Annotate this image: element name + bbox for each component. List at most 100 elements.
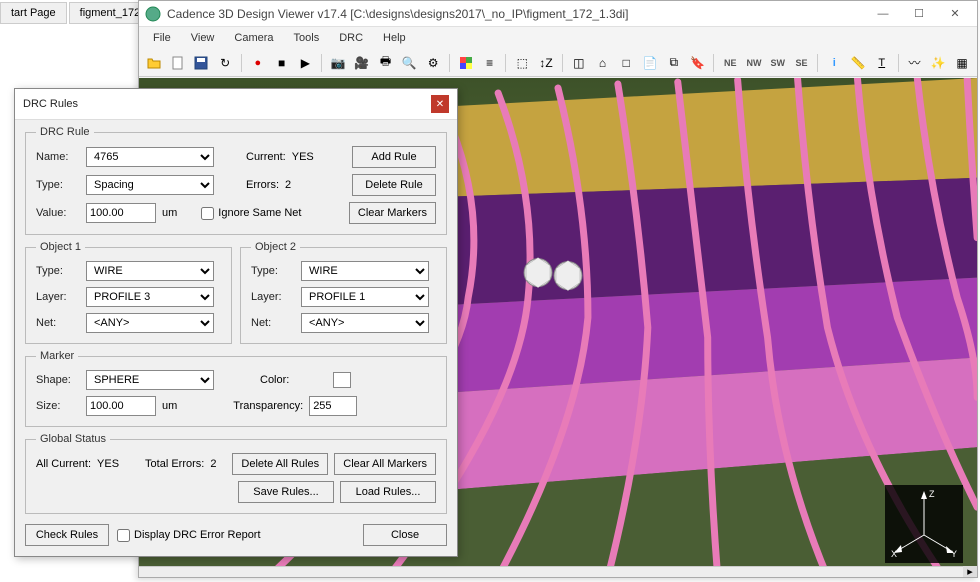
layers-icon[interactable]: ≡ [479, 52, 501, 74]
menu-file[interactable]: File [145, 29, 179, 47]
dir-se-button[interactable]: SE [791, 52, 813, 74]
highlight-icon[interactable]: ✨ [927, 52, 949, 74]
drc-rule-group: DRC Rule Name: 4765 Current: YES Add Rul… [25, 126, 447, 235]
svg-text:Y: Y [951, 549, 957, 559]
errors-value: 2 [285, 179, 291, 191]
color-swatch[interactable] [333, 372, 351, 388]
current-label: Current: [246, 151, 286, 163]
view-clone-icon[interactable]: ⧉ [663, 52, 685, 74]
menubar: File View Camera Tools DRC Help [139, 27, 977, 49]
value-input[interactable] [86, 203, 156, 223]
name-label: Name: [36, 151, 80, 163]
view-box-icon[interactable]: □ [615, 52, 637, 74]
dialog-title: DRC Rules [23, 98, 78, 110]
axis-z-icon[interactable]: ↕Z [535, 52, 557, 74]
shape-select[interactable]: SPHERE [86, 370, 214, 390]
transparency-input[interactable] [309, 396, 357, 416]
refresh-icon[interactable]: ↻ [214, 52, 236, 74]
view-bookmark-icon[interactable]: 🔖 [687, 52, 709, 74]
view-home-icon[interactable]: ⌂ [592, 52, 614, 74]
type-select[interactable]: Spacing [86, 175, 214, 195]
dir-ne-button[interactable]: NE [719, 52, 741, 74]
clear-markers-button[interactable]: Clear Markers [349, 202, 436, 224]
color-icon[interactable] [455, 52, 477, 74]
close-dialog-button[interactable]: Close [363, 524, 447, 546]
save-rules-button[interactable]: Save Rules... [238, 481, 334, 503]
preview-icon[interactable]: 🔍 [398, 52, 420, 74]
size-input[interactable] [86, 396, 156, 416]
obj2-type-select[interactable]: WIRE [301, 261, 429, 281]
dir-nw-button[interactable]: NW [743, 52, 765, 74]
menu-help[interactable]: Help [375, 29, 414, 47]
axis-compass[interactable]: Z X Y [885, 485, 963, 563]
view-iso-icon[interactable]: ◫ [568, 52, 590, 74]
transparency-label: Transparency: [233, 400, 303, 412]
view-doc-icon[interactable]: 📄 [639, 52, 661, 74]
display-report-checkbox[interactable]: Display DRC Error Report [117, 529, 261, 542]
global-status-legend: Global Status [36, 433, 110, 445]
menu-drc[interactable]: DRC [331, 29, 371, 47]
name-select[interactable]: 4765 [86, 147, 214, 167]
svg-text:X: X [891, 549, 897, 559]
add-rule-button[interactable]: Add Rule [352, 146, 436, 168]
maximize-button[interactable]: ☐ [903, 4, 935, 24]
wave-icon[interactable]: 〰 [904, 52, 926, 74]
obj1-layer-select[interactable]: PROFILE 3 [86, 287, 214, 307]
camera-icon[interactable]: 📷 [327, 52, 349, 74]
settings-icon[interactable]: ⚙ [422, 52, 444, 74]
dir-sw-button[interactable]: SW [767, 52, 789, 74]
check-rules-button[interactable]: Check Rules [25, 524, 109, 546]
minimize-button[interactable]: — [867, 4, 899, 24]
app-icon [145, 6, 161, 22]
new-icon[interactable] [167, 52, 189, 74]
info-icon[interactable]: i [823, 52, 845, 74]
all-current-label: All Current: [36, 458, 91, 470]
obj2-layer-select[interactable]: PROFILE 1 [301, 287, 429, 307]
text-icon[interactable]: T [871, 52, 893, 74]
save-icon[interactable] [191, 52, 213, 74]
color-label: Color: [260, 374, 289, 386]
dialog-close-button[interactable]: ✕ [431, 95, 449, 113]
tab-start-page[interactable]: tart Page [0, 2, 67, 24]
background-tabs: tart Page figment_172 [0, 2, 151, 24]
record-icon[interactable]: ● [247, 52, 269, 74]
stop-icon[interactable]: ■ [271, 52, 293, 74]
clear-all-markers-button[interactable]: Clear All Markers [334, 453, 436, 475]
grid-icon[interactable]: ▦ [951, 52, 973, 74]
size-label: Size: [36, 400, 80, 412]
measure-icon[interactable]: 📏 [847, 52, 869, 74]
ignore-same-net-checkbox[interactable]: Ignore Same Net [201, 207, 301, 220]
obj1-type-select[interactable]: WIRE [86, 261, 214, 281]
type-label: Type: [36, 179, 80, 191]
delete-all-rules-button[interactable]: Delete All Rules [232, 453, 328, 475]
print-icon[interactable]: 🖶 [375, 52, 397, 74]
play-icon[interactable]: ▶ [294, 52, 316, 74]
load-rules-button[interactable]: Load Rules... [340, 481, 436, 503]
obj1-type-label: Type: [36, 265, 80, 277]
menu-camera[interactable]: Camera [226, 29, 281, 47]
errors-label: Errors: [246, 179, 279, 191]
object1-group: Object 1 Type:WIRE Layer:PROFILE 3 Net:<… [25, 241, 232, 344]
dialog-titlebar[interactable]: DRC Rules ✕ [15, 89, 457, 120]
total-errors-value: 2 [210, 458, 216, 470]
menu-view[interactable]: View [183, 29, 223, 47]
open-icon[interactable] [143, 52, 165, 74]
obj1-net-select[interactable]: <ANY> [86, 313, 214, 333]
obj2-layer-label: Layer: [251, 291, 295, 303]
delete-rule-button[interactable]: Delete Rule [352, 174, 436, 196]
object2-group: Object 2 Type:WIRE Layer:PROFILE 1 Net:<… [240, 241, 447, 344]
value-label: Value: [36, 207, 80, 219]
marker-group: Marker Shape: SPHERE Color: Size: um Tra… [25, 350, 447, 427]
value-unit: um [162, 207, 177, 219]
scroll-right-icon[interactable]: ▸ [963, 566, 977, 577]
scrollbar-horizontal[interactable] [139, 566, 977, 577]
menu-tools[interactable]: Tools [286, 29, 328, 47]
svg-text:Z: Z [929, 489, 935, 499]
video-icon[interactable]: 🎥 [351, 52, 373, 74]
front-icon[interactable]: ⬚ [511, 52, 533, 74]
close-button[interactable]: ✕ [939, 4, 971, 24]
drc-rules-dialog: DRC Rules ✕ DRC Rule Name: 4765 Current:… [14, 88, 458, 557]
obj2-net-select[interactable]: <ANY> [301, 313, 429, 333]
shape-label: Shape: [36, 374, 80, 386]
titlebar: Cadence 3D Design Viewer v17.4 [C:\desig… [139, 1, 977, 27]
